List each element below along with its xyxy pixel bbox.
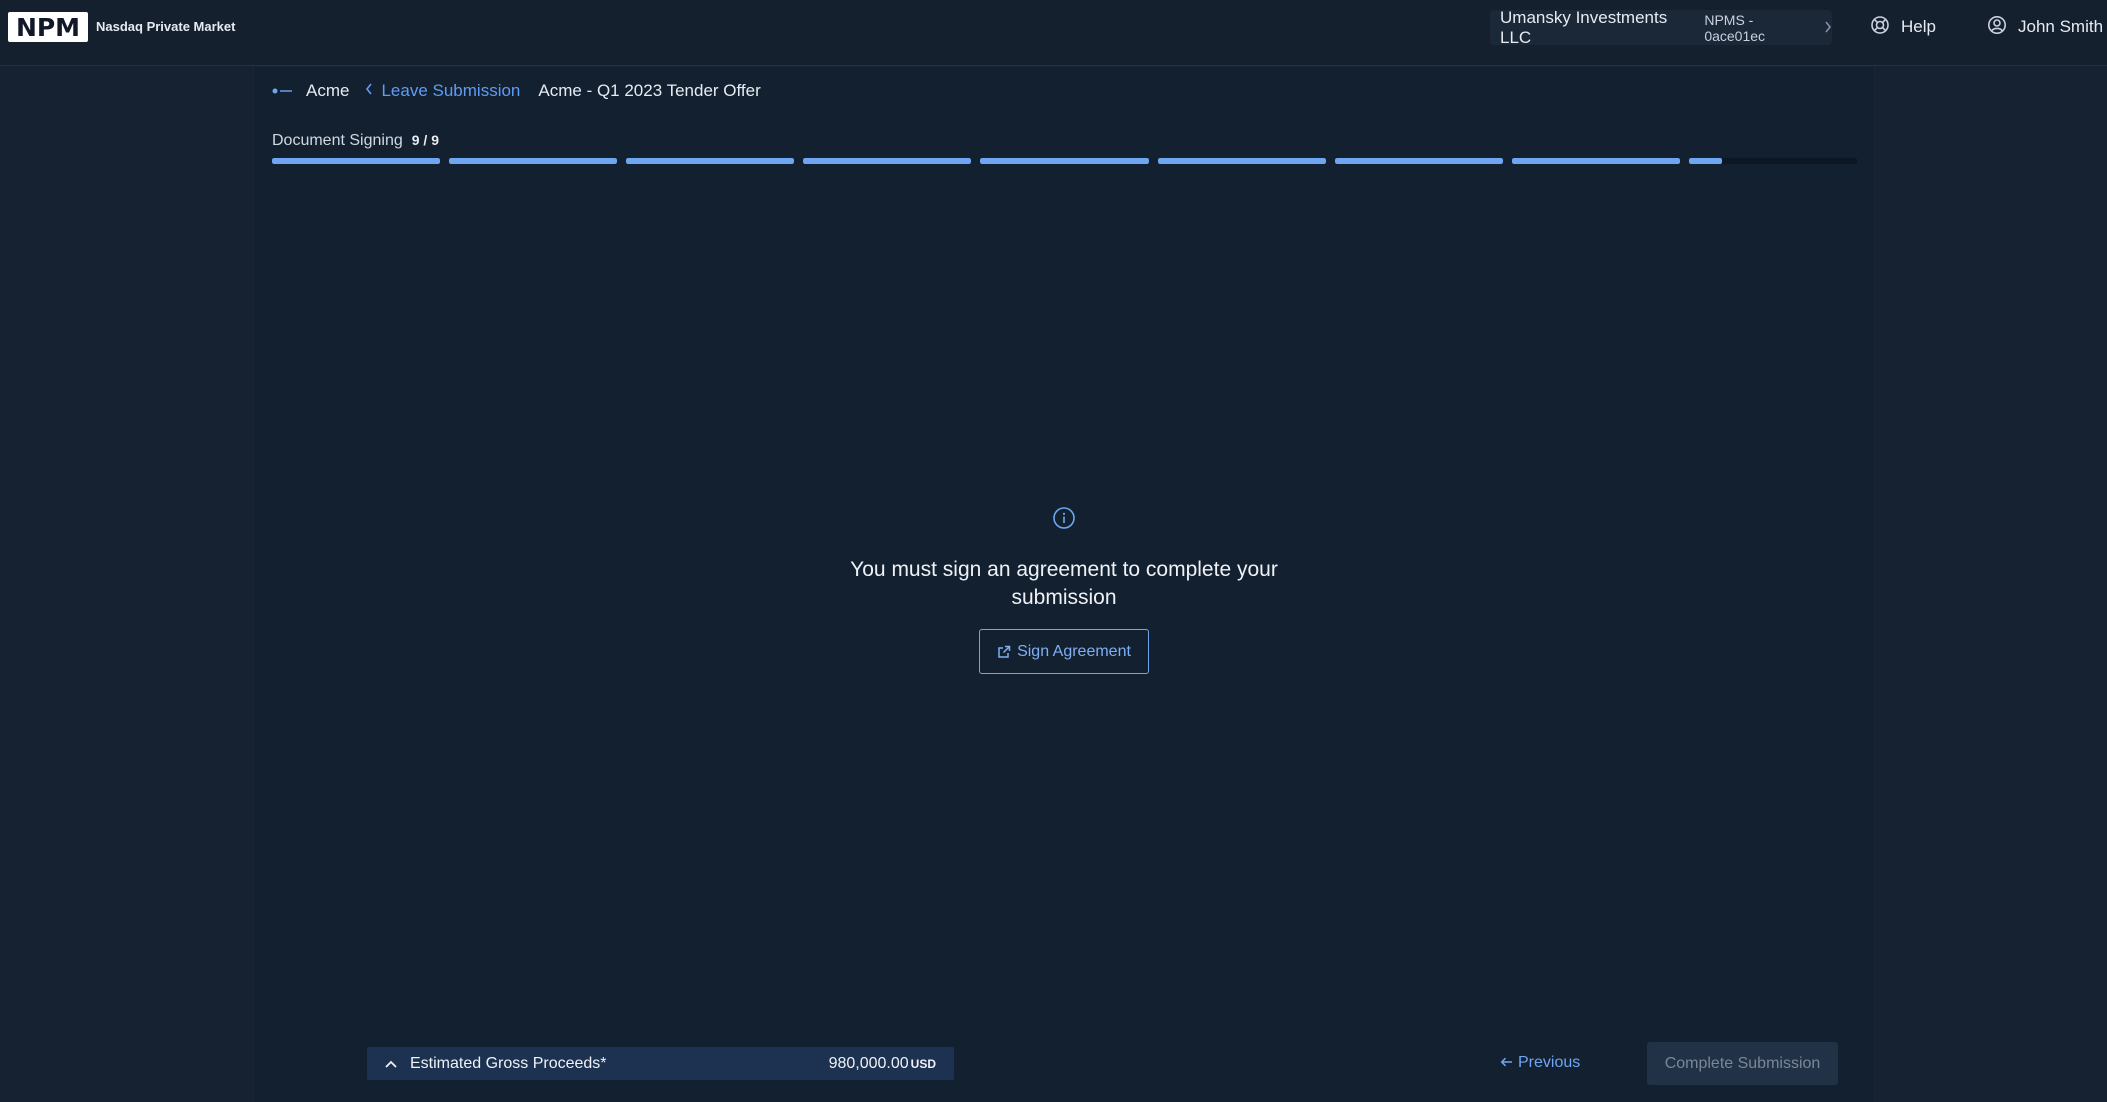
- info-icon: [1052, 506, 1076, 530]
- leave-submission-link[interactable]: Leave Submission: [381, 81, 520, 101]
- progress-segment: [626, 158, 795, 164]
- account-id: NPMS - 0ace01ec: [1704, 11, 1766, 44]
- progress-segment: [1334, 158, 1503, 164]
- progress-segment-fill: [1334, 158, 1503, 164]
- progress-segment-fill: [272, 158, 441, 164]
- proceeds-currency: USD: [910, 1056, 936, 1071]
- progress-segment: [980, 158, 1149, 164]
- progress-segment-fill: [803, 158, 972, 164]
- estimated-proceeds-toggle[interactable]: Estimated Gross Proceeds* 980,000.00 USD: [367, 1047, 954, 1080]
- proceeds-amount: 980,000.00: [828, 1054, 909, 1072]
- sign-agreement-label: Sign Agreement: [1017, 642, 1131, 660]
- step-indicator: Document Signing 9 / 9: [272, 132, 439, 150]
- company-logo-icon: [272, 87, 294, 95]
- complete-submission-button[interactable]: Complete Submission: [1647, 1042, 1838, 1085]
- progress-segment: [1511, 158, 1680, 164]
- step-count: 9 / 9: [411, 132, 439, 148]
- user-menu[interactable]: John Smith: [1987, 15, 2103, 39]
- user-avatar-icon: [1987, 15, 2007, 40]
- chevron-left-icon[interactable]: [365, 82, 373, 100]
- user-name: John Smith: [2018, 17, 2104, 36]
- sign-agreement-button[interactable]: Sign Agreement: [979, 629, 1149, 674]
- previous-label: Previous: [1518, 1054, 1581, 1071]
- lifebuoy-icon: [1870, 15, 1890, 40]
- brand-name: Nasdaq Private Market: [96, 19, 236, 34]
- arrow-left-icon: [1500, 1054, 1513, 1072]
- logo-letters: NPM: [15, 12, 81, 42]
- chevron-right-icon: [1824, 20, 1832, 36]
- help-link[interactable]: Help: [1870, 15, 1936, 39]
- progress-segment-fill: [449, 158, 618, 164]
- progress-bar: [272, 158, 1857, 164]
- breadcrumb-title: Acme - Q1 2023 Tender Offer: [538, 81, 761, 100]
- previous-button[interactable]: Previous: [1500, 1050, 1580, 1076]
- help-label: Help: [1901, 17, 1936, 36]
- proceeds-label: Estimated Gross Proceeds*: [410, 1054, 607, 1072]
- progress-segment: [803, 158, 972, 164]
- progress-segment: [1688, 158, 1857, 164]
- account-name: Umansky Investments LLC: [1500, 7, 1668, 47]
- chevron-up-icon: [385, 1060, 397, 1068]
- right-gutter: [1874, 67, 2107, 1102]
- sign-required-message: You must sign an agreement to complete y…: [850, 558, 1278, 609]
- top-navbar: NPM Nasdaq Private Market Umansky Invest…: [0, 0, 2107, 66]
- external-link-icon: [998, 645, 1011, 658]
- progress-segment-fill: [1511, 158, 1680, 164]
- breadcrumb-company: Acme: [306, 81, 350, 100]
- progress-segment: [1157, 158, 1326, 164]
- left-gutter: [0, 67, 254, 1102]
- progress-segment-fill: [1157, 158, 1326, 164]
- progress-segment: [449, 158, 618, 164]
- proceeds-value: 980,000.00 USD: [829, 1055, 936, 1073]
- progress-segment-fill: [626, 158, 795, 164]
- breadcrumb: Acme Leave Submission Acme - Q1 2023 Ten…: [272, 80, 761, 102]
- progress-segment-fill: [980, 158, 1149, 164]
- progress-segment-fill: [1688, 158, 1723, 164]
- progress-segment: [272, 158, 441, 164]
- step-label: Document Signing: [272, 132, 403, 149]
- account-switcher[interactable]: Umansky Investments LLC NPMS - 0ace01ec: [1490, 7, 1832, 47]
- npm-logo[interactable]: NPM: [8, 12, 88, 42]
